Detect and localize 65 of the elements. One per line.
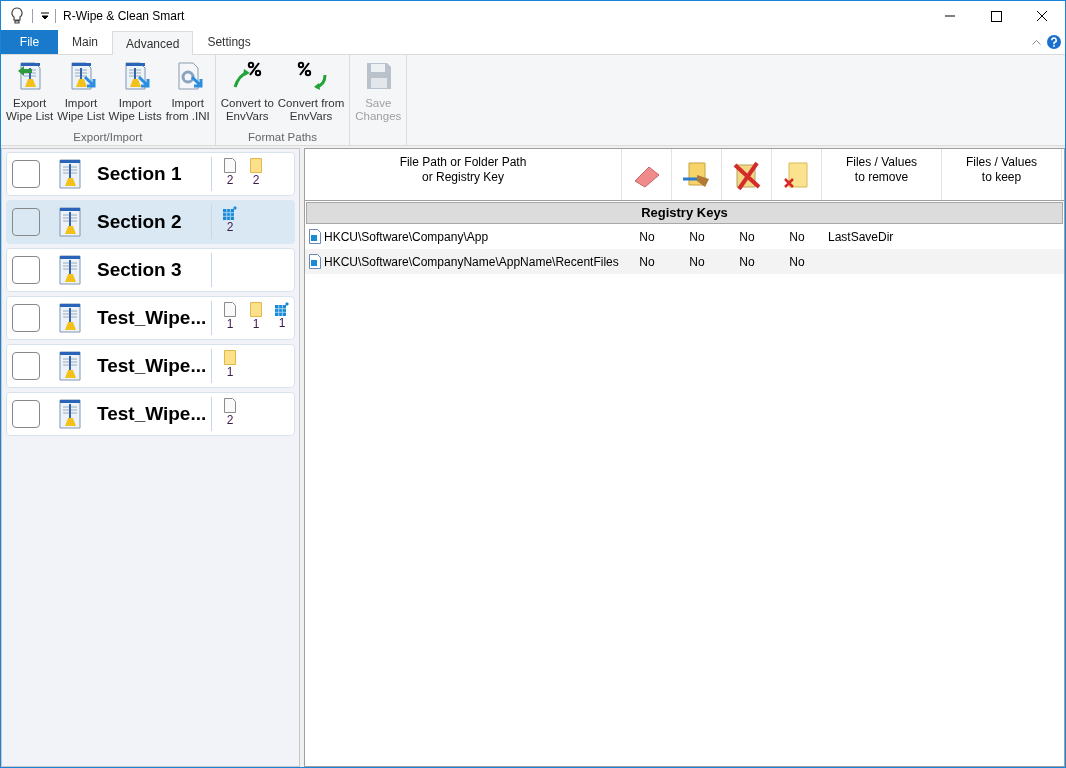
table-cell-text: No	[789, 253, 805, 271]
ribbon-tab[interactable]: Advanced	[112, 31, 194, 55]
ribbon-button[interactable]: Import Wipe Lists	[106, 59, 164, 123]
table-cell-text: No	[639, 228, 655, 246]
checkbox[interactable]	[12, 400, 40, 428]
section-name: Test_Wipe...	[97, 401, 208, 426]
folder-icon	[250, 158, 262, 173]
checkbox[interactable]	[12, 160, 40, 188]
ribbon-tab[interactable]: Main	[58, 30, 112, 54]
item-count: 2	[226, 413, 234, 427]
section-item[interactable]: Test_Wipe... 1 1 1	[6, 296, 295, 340]
section-name: Test_Wipe...	[97, 353, 208, 378]
table-cell-text: No	[689, 253, 705, 271]
ribbon-button[interactable]: Convert from EnvVars	[275, 59, 347, 123]
section-item[interactable]: Test_Wipe... 2	[6, 392, 295, 436]
checkbox[interactable]	[12, 256, 40, 284]
item-count: 2	[252, 173, 260, 187]
file-icon	[224, 398, 236, 413]
table-cell-text: No	[639, 253, 655, 271]
ribbon-group-label: Export/Import	[73, 131, 143, 143]
lightbulb-icon[interactable]	[10, 7, 24, 24]
section-item[interactable]: Section 2 2	[6, 200, 295, 244]
item-count: 2	[226, 173, 234, 187]
table-cell-text: No	[739, 253, 755, 271]
ribbon-tab[interactable]: File	[1, 30, 58, 54]
dropdown-icon[interactable]	[41, 11, 49, 20]
checkbox[interactable]	[12, 352, 40, 380]
window-title: R-Wipe & Clean Smart	[63, 7, 185, 25]
column-header[interactable]: Files / Values to keep	[965, 155, 1038, 185]
file-icon	[224, 302, 236, 317]
collapse-ribbon-icon[interactable]	[1032, 39, 1041, 45]
item-count: 2	[226, 220, 234, 234]
table-cell-text: LastSaveDir	[828, 228, 894, 246]
section-name: Section 2	[97, 209, 183, 234]
checkbox[interactable]	[12, 304, 40, 332]
ribbon-button[interactable]: Convert to EnvVars	[218, 59, 276, 123]
folder-icon	[250, 302, 262, 317]
ribbon-group-label: Format Paths	[248, 131, 317, 143]
section-item[interactable]: Section 1 2 2	[6, 152, 295, 196]
section-item[interactable]: Test_Wipe... 1	[6, 344, 295, 388]
folder-icon	[224, 350, 236, 365]
item-count: 1	[278, 316, 286, 330]
help-icon[interactable]	[1047, 35, 1061, 49]
item-count: 1	[226, 317, 234, 331]
item-count: 1	[252, 317, 260, 331]
section-name: Test_Wipe...	[97, 305, 208, 330]
section-item[interactable]: Section 3	[6, 248, 295, 292]
table-cell-text: HKCU\Software\CompanyName\AppName\RecentFiles	[324, 253, 619, 271]
ribbon-tab[interactable]: Settings	[193, 30, 265, 54]
ribbon-button[interactable]: Import from .INI	[163, 59, 212, 123]
group-header: Registry Keys	[306, 202, 1063, 224]
section-name: Section 3	[97, 257, 183, 282]
file-icon	[224, 158, 236, 173]
percent-arrow-icon	[295, 59, 328, 91]
table-cell-text: No	[789, 228, 805, 246]
column-header[interactable]: File Path or Folder Path or Registry Key	[399, 155, 527, 185]
column-header[interactable]: Files / Values to remove	[845, 155, 918, 185]
table-cell-text: No	[739, 228, 755, 246]
table-cell-text: HKCU\Software\Company\App	[324, 228, 489, 246]
ribbon-button[interactable]: Import Wipe List	[55, 59, 107, 123]
section-name: Section 1	[97, 161, 183, 186]
table-cell-text: No	[689, 228, 705, 246]
item-count: 1	[226, 365, 234, 379]
ribbon-button[interactable]: Export Wipe List	[4, 59, 56, 123]
checkbox[interactable]	[12, 208, 40, 236]
